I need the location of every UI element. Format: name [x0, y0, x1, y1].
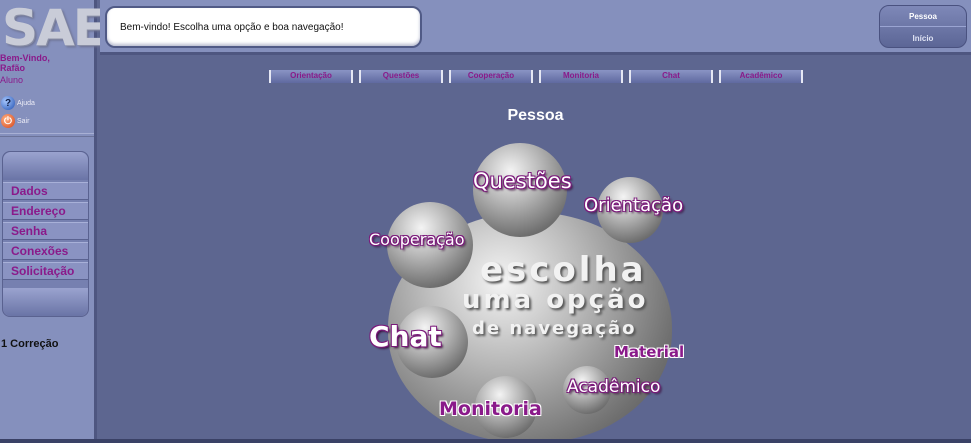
pessoa-button[interactable]: Pessoa: [880, 6, 966, 27]
page-title: Pessoa: [507, 107, 564, 124]
tab-questoes[interactable]: Questões: [359, 70, 443, 83]
menu-item-endereco[interactable]: Endereço: [3, 202, 88, 220]
sidebar: SAE Bem-Vindo, Rafão Aluno ? Ajuda ⏻ Sai…: [0, 0, 107, 443]
tab-cooperacao[interactable]: Cooperação: [449, 70, 533, 83]
header-bar: Bem-vindo! Escolha uma opção e boa naveg…: [100, 0, 971, 55]
power-icon: ⏻: [1, 114, 15, 128]
exit-label: Sair: [17, 117, 30, 125]
user-role: Aluno: [0, 75, 24, 85]
inicio-button[interactable]: Início: [880, 28, 966, 47]
tab-monitoria[interactable]: Monitoria: [539, 70, 623, 83]
option-material[interactable]: Material: [614, 345, 684, 360]
welcome-message: Bem-vindo! Escolha uma opção e boa naveg…: [105, 6, 422, 48]
user-name: Rafão: [0, 63, 26, 73]
menu-item-conexoes[interactable]: Conexões: [3, 242, 88, 260]
tab-chat[interactable]: Chat: [629, 70, 713, 83]
option-monitoria[interactable]: Monitoria: [439, 400, 542, 419]
navigation-sphere: escolha uma opção de navegação Questões …: [360, 140, 700, 443]
tab-bar: Orientação Questões Cooperação Monitoria…: [269, 70, 809, 83]
help-icon: ?: [1, 96, 15, 110]
option-questoes[interactable]: Questões: [473, 171, 572, 192]
bottom-strip: [0, 439, 971, 443]
welcome-user: Bem-Vindo, Rafão: [0, 53, 50, 73]
tab-orientacao[interactable]: Orientação: [269, 70, 353, 83]
menu-cap-top: [3, 152, 88, 180]
welcome-greeting: Bem-Vindo,: [0, 53, 50, 63]
menu-item-senha[interactable]: Senha: [3, 222, 88, 240]
center-text-line3: de navegação: [472, 318, 637, 339]
corrections-count[interactable]: 1 Correção: [1, 338, 58, 350]
center-text-line1: escolha: [480, 250, 647, 290]
option-orientacao[interactable]: Orientação: [584, 197, 683, 215]
option-cooperacao[interactable]: Cooperação: [369, 232, 465, 248]
app-logo[interactable]: SAE: [0, 2, 107, 54]
profile-menu: Dados Endereço Senha Conexões Solicitaçã…: [2, 151, 89, 317]
option-chat[interactable]: Chat: [369, 323, 442, 351]
option-academico[interactable]: Acadêmico: [567, 379, 660, 396]
center-text-line2: uma opção: [462, 285, 649, 315]
top-nav: Pessoa Início: [879, 5, 967, 48]
menu-cap-bottom: [3, 288, 88, 316]
menu-item-solicitacao[interactable]: Solicitação: [3, 262, 88, 280]
menu-item-dados[interactable]: Dados: [3, 182, 88, 200]
tab-academico[interactable]: Acadêmico: [719, 70, 803, 83]
sidebar-divider: [0, 133, 94, 137]
help-link[interactable]: ? Ajuda: [1, 96, 35, 110]
exit-link[interactable]: ⏻ Sair: [1, 114, 29, 128]
help-label: Ajuda: [17, 99, 35, 107]
